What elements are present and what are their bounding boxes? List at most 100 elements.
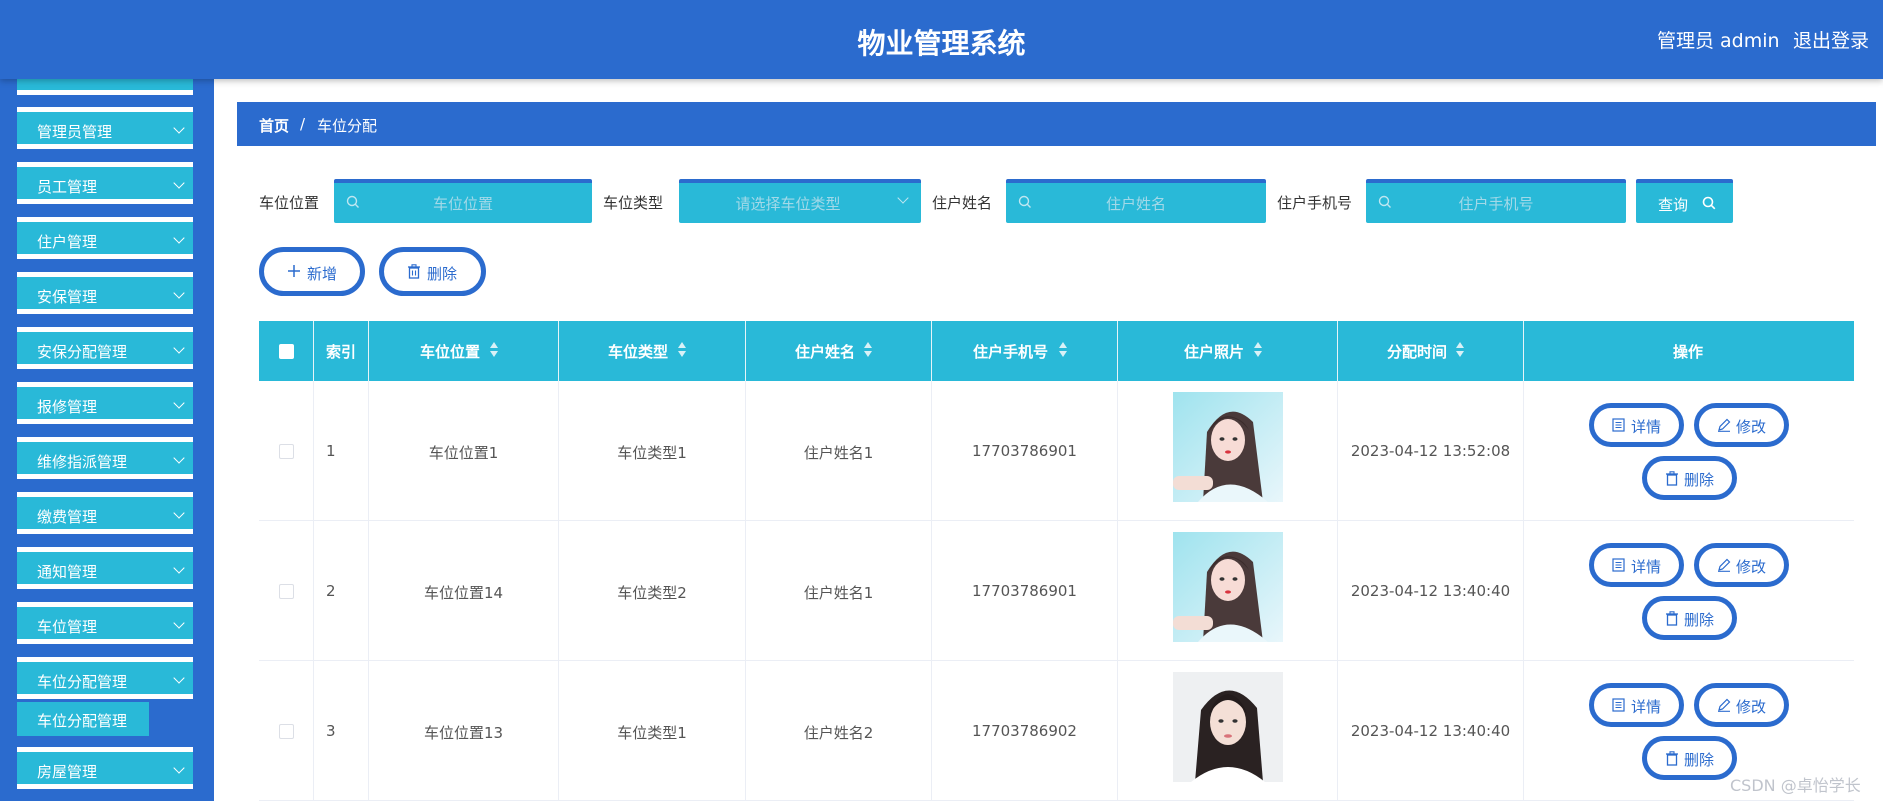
type-filter-label: 车位类型 [603,194,664,212]
index-value: 1 [326,442,336,460]
header-phone-label: 住户手机号 [973,343,1049,361]
document-icon [1612,698,1625,712]
type-cell: 车位类型1 [559,381,746,521]
sidebar-item-label: 报修管理 [37,398,98,416]
header-time-label: 分配时间 [1387,343,1448,361]
index-value: 3 [326,722,336,740]
chevron-down-icon [173,672,185,684]
plus-icon [288,265,300,277]
sidebar-item-label: 车位分配管理 [37,673,128,691]
sidebar-item-partial[interactable] [17,79,193,95]
sidebar-subitem-parking-assign[interactable]: 车位分配管理 [17,702,149,736]
delete-button[interactable]: 删除 [1642,596,1737,640]
sidebar-item-label: 安保管理 [37,288,98,306]
detail-button[interactable]: 详情 [1589,543,1684,587]
query-button[interactable]: 查询 [1636,179,1733,223]
sidebar-item-housing[interactable]: 房屋管理 [17,747,193,789]
row-checkbox[interactable] [279,584,294,599]
trash-icon [1666,471,1678,486]
ops-cell: 详情 修改 删除 [1524,521,1854,661]
detail-button[interactable]: 详情 [1589,683,1684,727]
edit-button-label: 修改 [1736,698,1767,716]
sort-icon[interactable] [1254,342,1263,358]
location-search-input[interactable]: 车位位置 [334,179,592,223]
phone-search-input[interactable]: 住户手机号 [1366,179,1626,223]
trash-icon [408,264,420,279]
header-time[interactable]: 分配时间 [1338,321,1524,381]
delete-button[interactable]: 删除 [1642,456,1737,500]
select-all-checkbox[interactable] [279,344,294,359]
sidebar-subitem-label: 车位分配管理 [37,712,128,730]
sidebar-item-residents[interactable]: 住户管理 [17,217,193,259]
header-phone[interactable]: 住户手机号 [932,321,1118,381]
header-name-label: 住户姓名 [795,343,856,361]
location-value: 车位位置1 [428,444,499,462]
header-photo[interactable]: 住户照片 [1118,321,1338,381]
resident-photo[interactable] [1173,672,1283,782]
sidebar-item-label: 通知管理 [37,563,98,581]
sidebar-item-staff[interactable]: 员工管理 [17,162,193,204]
detail-button[interactable]: 详情 [1589,403,1684,447]
document-icon [1612,418,1625,432]
sidebar-item-fees[interactable]: 缴费管理 [17,492,193,534]
header-type[interactable]: 车位类型 [559,321,746,381]
row-select-cell [259,661,314,801]
sidebar-item-repair[interactable]: 报修管理 [17,382,193,424]
pencil-icon [1718,698,1731,712]
type-select[interactable]: 请选择车位类型 [679,179,921,223]
batch-delete-button[interactable]: 删除 [379,247,486,296]
header-name[interactable]: 住户姓名 [746,321,932,381]
edit-button[interactable]: 修改 [1694,403,1789,447]
edit-button[interactable]: 修改 [1694,543,1789,587]
sidebar-item-label: 管理员管理 [37,123,113,141]
logout-link[interactable]: 退出登录 [1793,26,1869,53]
sidebar-item-repair-assign[interactable]: 维修指派管理 [17,437,193,479]
chevron-down-icon [173,122,185,134]
header-type-label: 车位类型 [608,343,669,361]
document-icon [1612,558,1625,572]
chevron-down-icon [173,507,185,519]
sidebar-item-notices[interactable]: 通知管理 [17,547,193,589]
pencil-icon [1718,418,1731,432]
sort-icon[interactable] [678,342,687,358]
phone-cell: 17703786901 [932,381,1118,521]
breadcrumb-home[interactable]: 首页 [259,115,289,136]
sort-icon[interactable] [1456,342,1465,358]
sidebar-item-label: 缴费管理 [37,508,98,526]
resident-photo[interactable] [1173,532,1283,642]
name-cell: 住户姓名1 [746,381,932,521]
header-location[interactable]: 车位位置 [369,321,559,381]
sidebar-item-admin[interactable]: 管理员管理 [17,107,193,149]
header-ops: 操作 [1524,321,1854,381]
chevron-down-icon [173,562,185,574]
sidebar-item-label: 车位管理 [37,618,98,636]
header-select-cell [259,321,314,381]
sidebar-item-label: 住户管理 [37,233,98,251]
row-checkbox[interactable] [279,724,294,739]
sidebar-item-parking[interactable]: 车位管理 [17,602,193,644]
row-select-cell [259,521,314,661]
row-checkbox[interactable] [279,444,294,459]
phone-value: 17703786901 [972,582,1077,600]
delete-button[interactable]: 删除 [1642,736,1737,780]
sort-icon[interactable] [864,342,873,358]
delete-button-label: 删除 [1684,751,1715,769]
sidebar-item-parking-assign[interactable]: 车位分配管理 [17,657,193,699]
edit-button[interactable]: 修改 [1694,683,1789,727]
name-filter-label: 住户姓名 [932,194,993,212]
resident-photo[interactable] [1173,392,1283,502]
sidebar-item-security-assign[interactable]: 安保分配管理 [17,327,193,369]
edit-button-label: 修改 [1736,558,1767,576]
add-button[interactable]: 新增 [259,247,365,296]
sidebar-item-security[interactable]: 安保管理 [17,272,193,314]
chevron-down-icon [173,617,185,629]
chevron-down-icon [173,762,185,774]
name-value: 住户姓名1 [803,584,874,602]
table-row: 2 车位位置14 车位类型2 住户姓名1 17703786901 2023-04… [259,521,1854,661]
name-search-input[interactable]: 住户姓名 [1006,179,1266,223]
sort-icon[interactable] [1059,342,1068,358]
name-value: 住户姓名2 [803,724,874,742]
sort-icon[interactable] [490,342,499,358]
query-button-label: 查询 [1658,196,1689,214]
phone-filter-label: 住户手机号 [1277,194,1353,212]
